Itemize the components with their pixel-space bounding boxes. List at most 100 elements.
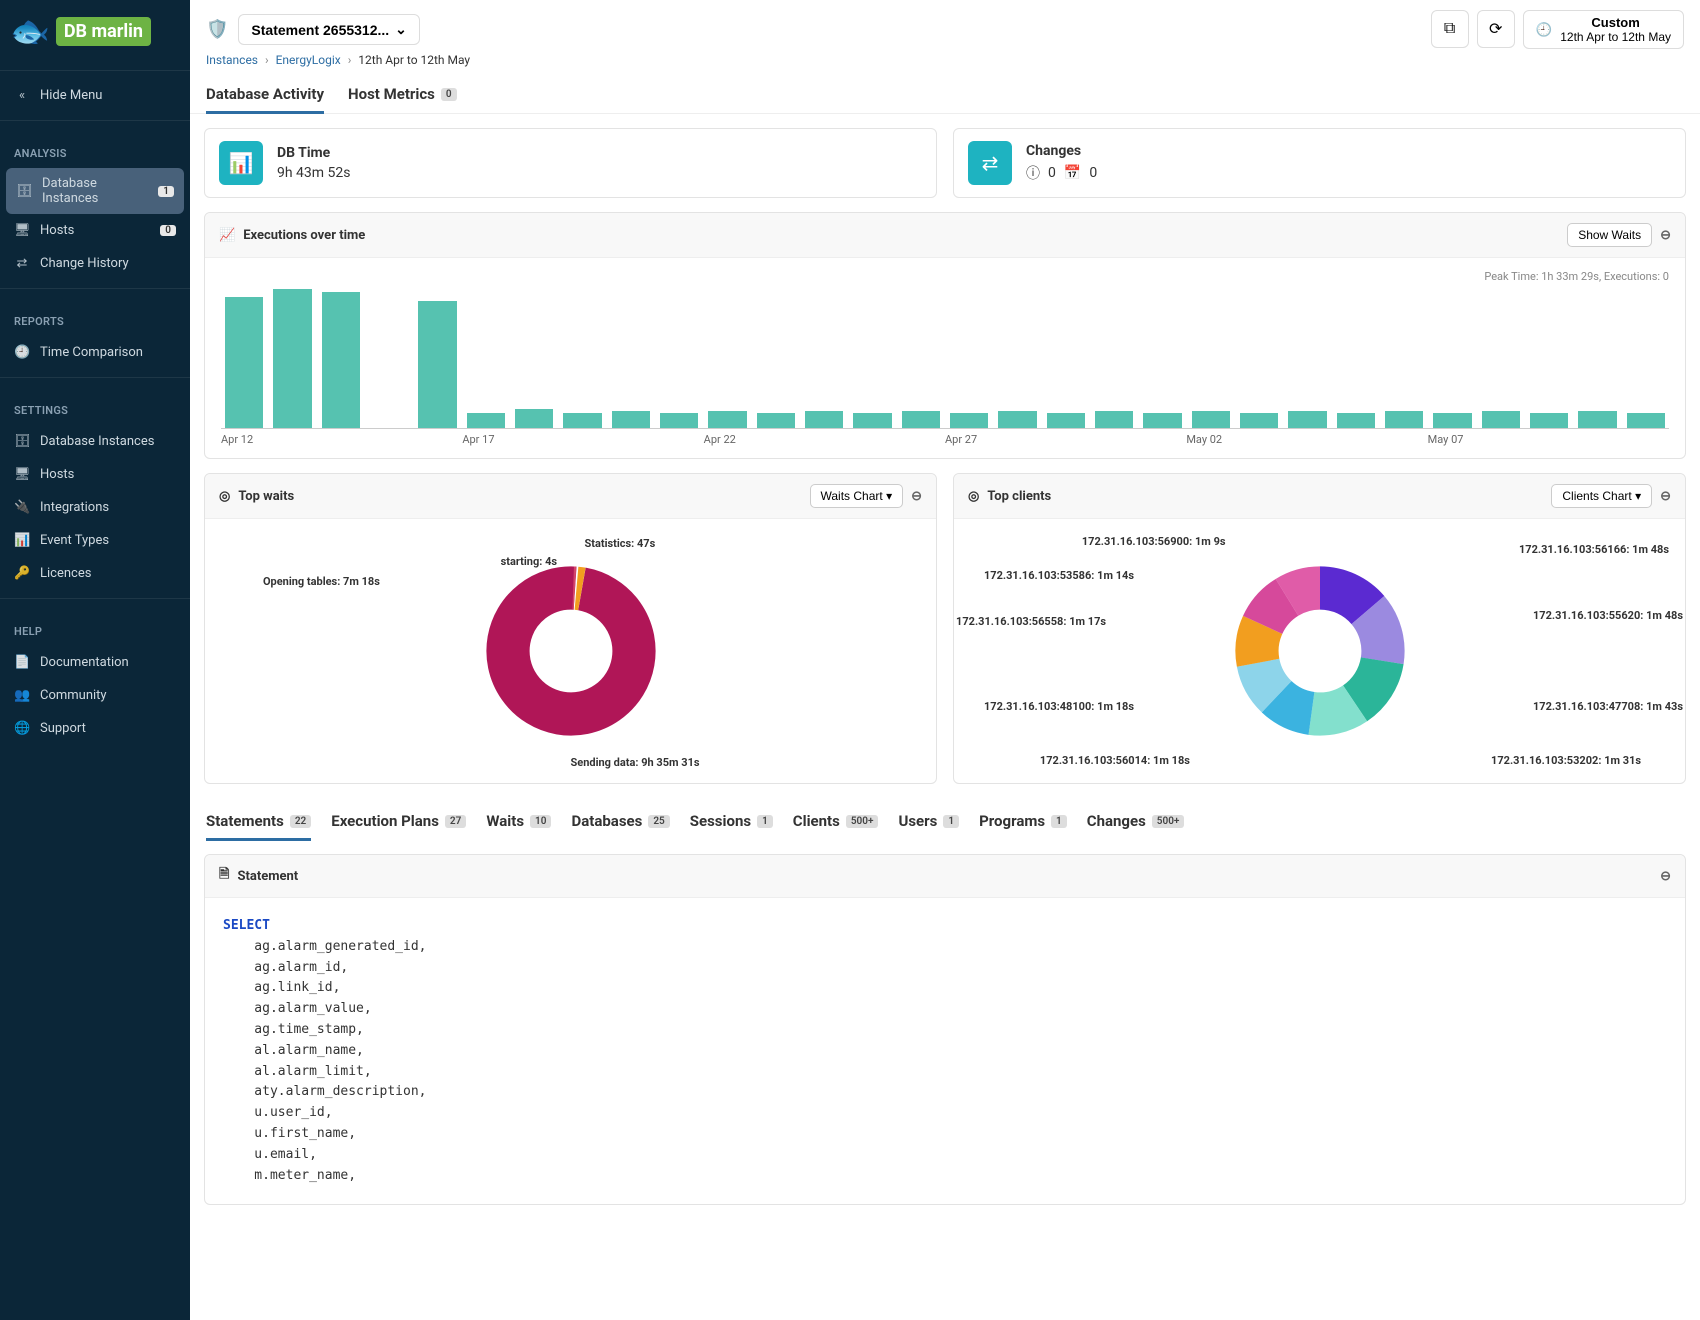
bar[interactable]	[1143, 413, 1181, 428]
section-settings: SETTINGS	[0, 386, 190, 425]
sidebar-item-integrations[interactable]: 🔌Integrations	[0, 491, 190, 524]
tab-sessions[interactable]: Sessions1	[690, 804, 773, 840]
tab-databases[interactable]: Databases25	[571, 804, 669, 840]
chevron-down-icon: ⌄	[395, 21, 407, 38]
breadcrumb-instance[interactable]: EnergyLogix	[276, 53, 341, 67]
sidebar-item-event-types[interactable]: 📊Event Types	[0, 524, 190, 557]
tab-statements[interactable]: Statements22	[206, 804, 311, 840]
donut-label: 172.31.16.103:53586: 1m 14s	[984, 569, 1134, 582]
show-waits-button[interactable]: Show Waits	[1567, 223, 1652, 247]
panel-title: Executions over time	[243, 228, 365, 243]
panel-title: Statement	[237, 869, 298, 884]
bar[interactable]	[273, 289, 311, 428]
shield-check-icon: 🛡️	[206, 19, 228, 40]
sidebar-item-db-instances[interactable]: 🗄 Database Instances 1	[6, 168, 184, 214]
panel-executions: 📈 Executions over time Show Waits ⊖ Peak…	[204, 212, 1686, 459]
swap-icon: ⇄	[14, 256, 30, 271]
chart-icon: 📈	[219, 228, 235, 243]
bar[interactable]	[612, 411, 650, 428]
collapse-icon[interactable]: ⊖	[1660, 228, 1671, 243]
clients-chart-button[interactable]: Clients Chart ▾	[1551, 484, 1652, 508]
collapse-icon[interactable]: ⊖	[1660, 489, 1671, 504]
bar[interactable]	[1433, 413, 1471, 428]
top-clients-donut[interactable]: 172.31.16.103:56900: 1m 9s 172.31.16.103…	[970, 531, 1669, 771]
bar[interactable]	[467, 413, 505, 428]
sidebar-item-hosts[interactable]: 🖥 Hosts 0	[0, 214, 190, 247]
tab-programs[interactable]: Programs1	[979, 804, 1067, 840]
panel-statement: 🗎 Statement ⊖ SELECT ag.alarm_generated_…	[204, 854, 1686, 1205]
sidebar-item-support[interactable]: 🌐Support	[0, 712, 190, 745]
bar[interactable]	[515, 409, 553, 428]
sidebar-item-time-comparison[interactable]: 🕘 Time Comparison	[0, 336, 190, 369]
logo[interactable]: 🐟 DB marlin	[0, 0, 190, 62]
time-range-selector[interactable]: 🕘 Custom 12th Apr to 12th May	[1523, 10, 1684, 49]
sidebar-item-documentation[interactable]: 📄Documentation	[0, 646, 190, 679]
donut-label: starting: 4s	[501, 555, 557, 568]
bar[interactable]	[708, 411, 746, 428]
chart-icon: 📊	[219, 141, 263, 185]
bar[interactable]	[1288, 411, 1326, 428]
users-icon: 👥	[14, 688, 30, 703]
tab-users[interactable]: Users1	[898, 804, 959, 840]
target-icon: ◎	[968, 489, 979, 504]
bar[interactable]	[418, 301, 456, 428]
statement-selector[interactable]: Statement 2655312... ⌄	[238, 14, 419, 45]
copy-button[interactable]: ⧉	[1431, 10, 1469, 48]
bar[interactable]	[1578, 411, 1616, 428]
section-analysis: ANALYSIS	[0, 129, 190, 168]
tab-clients[interactable]: Clients500+	[793, 804, 879, 840]
bar[interactable]	[322, 292, 360, 428]
bar[interactable]	[1240, 413, 1278, 428]
collapse-icon[interactable]: ⊖	[1660, 869, 1671, 884]
panel-title: Top clients	[987, 489, 1051, 504]
sidebar-item-licences[interactable]: 🔑Licences	[0, 557, 190, 590]
breadcrumb-instances[interactable]: Instances	[206, 53, 258, 67]
database-icon: 🗄	[16, 184, 32, 199]
bar-x-axis: Apr 12Apr 17Apr 22Apr 27May 02May 07	[221, 433, 1669, 446]
bar[interactable]	[805, 411, 843, 428]
bar[interactable]	[757, 413, 795, 428]
sql-text: SELECT ag.alarm_generated_id, ag.alarm_i…	[205, 898, 1685, 1204]
bar[interactable]	[950, 413, 988, 428]
bar[interactable]	[563, 413, 601, 428]
bar[interactable]	[225, 297, 263, 428]
sidebar-item-hosts-settings[interactable]: 🖥Hosts	[0, 458, 190, 491]
top-waits-donut[interactable]: Statistics: 47s starting: 4s Opening tab…	[221, 531, 920, 771]
tab-changes[interactable]: Changes500+	[1087, 804, 1185, 840]
section-reports: REPORTS	[0, 297, 190, 336]
bar[interactable]	[1047, 413, 1085, 428]
tab-host-metrics[interactable]: Host Metrics 0	[348, 77, 457, 113]
hide-menu-button[interactable]: « Hide Menu	[0, 79, 190, 112]
tab-waits[interactable]: Waits10	[486, 804, 551, 840]
hide-menu-label: Hide Menu	[40, 88, 102, 103]
bar[interactable]	[853, 413, 891, 428]
calendar-icon: 📊	[14, 533, 30, 548]
bar[interactable]	[902, 411, 940, 428]
refresh-button[interactable]: ⟳	[1477, 10, 1515, 48]
book-icon: 📄	[14, 655, 30, 670]
sidebar-item-community[interactable]: 👥Community	[0, 679, 190, 712]
panel-top-clients: ◎ Top clients Clients Chart ▾ ⊖ 172.31.1…	[953, 473, 1686, 784]
bar[interactable]	[1192, 411, 1230, 428]
waits-chart-button[interactable]: Waits Chart ▾	[810, 484, 904, 508]
globe-icon: 🌐	[14, 721, 30, 736]
sidebar-item-db-instances-settings[interactable]: 🗄Database Instances	[0, 425, 190, 458]
tab-exec-plans[interactable]: Execution Plans27	[331, 804, 466, 840]
executions-bar-chart[interactable]	[221, 289, 1669, 429]
bar[interactable]	[1482, 411, 1520, 428]
bar[interactable]	[1385, 411, 1423, 428]
bar[interactable]	[1530, 413, 1568, 428]
collapse-icon[interactable]: ⊖	[911, 489, 922, 504]
bar[interactable]	[1095, 411, 1133, 428]
bar[interactable]	[660, 413, 698, 428]
tab-database-activity[interactable]: Database Activity	[206, 77, 324, 113]
donut-label: 172.31.16.103:48100: 1m 18s	[984, 700, 1134, 713]
bar[interactable]	[998, 411, 1036, 428]
panel-title: Top waits	[238, 489, 294, 504]
bar[interactable]	[1337, 413, 1375, 428]
sidebar-item-change-history[interactable]: ⇄ Change History	[0, 247, 190, 280]
donut-label: 172.31.16.103:53202: 1m 31s	[1491, 754, 1641, 767]
bar[interactable]	[1627, 413, 1665, 428]
chevrons-left-icon: «	[14, 88, 30, 103]
panel-top-waits: ◎ Top waits Waits Chart ▾ ⊖	[204, 473, 937, 784]
